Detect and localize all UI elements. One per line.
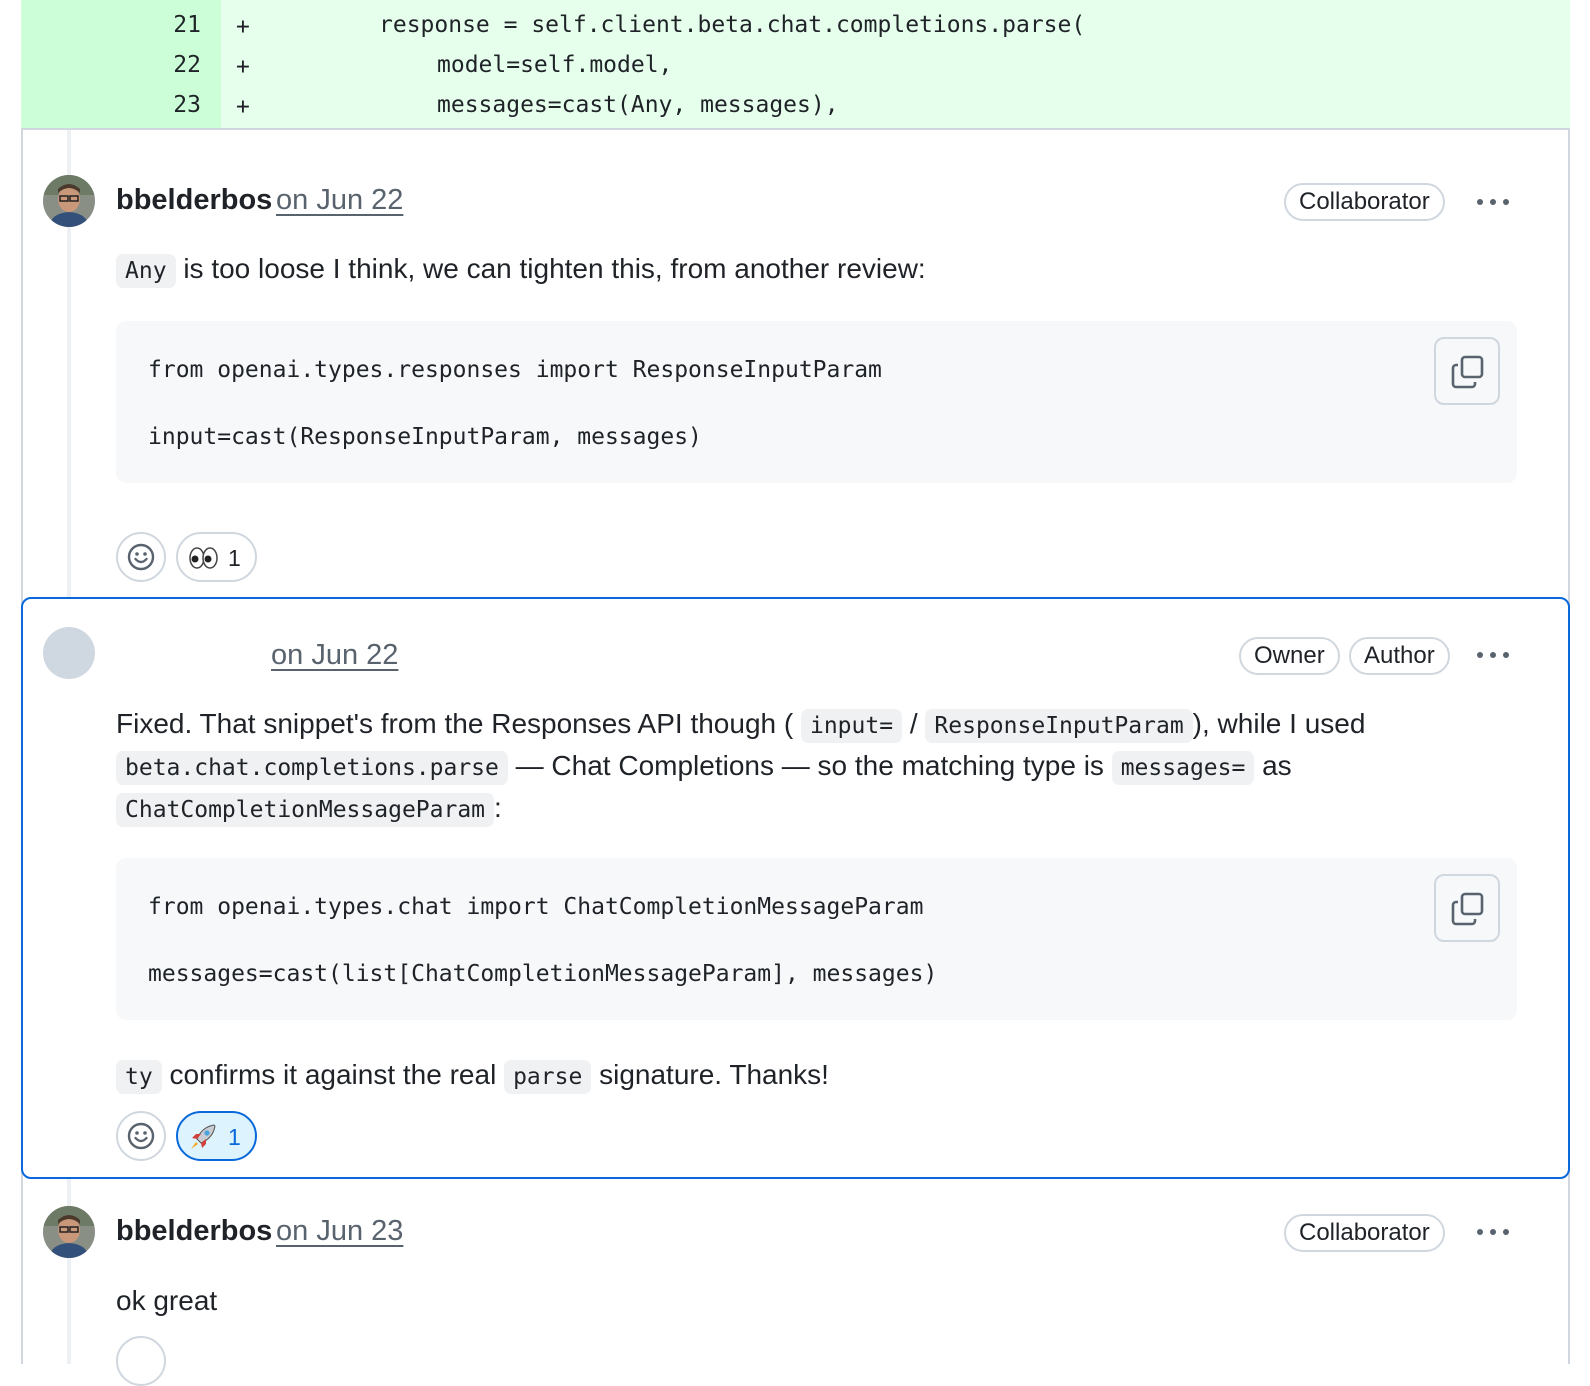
diff-hunk: 21 + response = self.client.beta.chat.co… (21, 0, 1570, 130)
comment-author[interactable]: bbelderbos (116, 1215, 272, 1248)
comment-body: Any is too loose I think, we can tighten… (116, 248, 926, 292)
line-number[interactable]: 21 (151, 12, 201, 38)
copy-icon (1451, 355, 1484, 389)
diff-line: 21 + response = self.client.beta.chat.co… (21, 0, 1570, 40)
collaborator-badge: Collaborator (1284, 183, 1445, 221)
comment-text: ), while I used (1192, 708, 1366, 739)
comment-text: signature. Thanks! (599, 1059, 829, 1090)
smiley-icon (127, 1122, 155, 1150)
diff-code: response = self.client.beta.chat.complet… (379, 12, 1086, 38)
diff-line: 23 + messages=cast(Any, messages), (21, 80, 1570, 120)
review-comment: bbelderbos on Jun 22 Collaborator Any is… (21, 130, 1570, 596)
author-badge: Author (1349, 637, 1450, 675)
code-line: input=cast(ResponseInputParam, messages) (148, 424, 702, 450)
inline-code: messages= (1111, 751, 1255, 785)
comment-text: Fixed. That snippet's from the Responses… (116, 708, 794, 739)
eyes-emoji-icon (189, 547, 218, 569)
inline-code: beta.chat.completions.parse (116, 751, 508, 785)
inline-code: ChatCompletionMessageParam (116, 793, 495, 827)
inline-code: ResponseInputParam (925, 709, 1193, 743)
comment-text: : (494, 792, 502, 823)
reaction-rocket[interactable]: 1 (176, 1111, 257, 1161)
avatar[interactable] (43, 627, 95, 679)
copy-button[interactable] (1434, 874, 1500, 942)
comment-text: / (909, 708, 918, 739)
comment-body-line: beta.chat.completions.parse — Chat Compl… (116, 745, 1292, 789)
review-comment-highlighted: on Jun 22 Owner Author Fixed. That snipp… (21, 597, 1570, 1179)
add-reaction-button[interactable] (116, 532, 166, 582)
rocket-emoji-icon (191, 1124, 216, 1149)
comment-body: ok great (116, 1280, 217, 1321)
code-block: from openai.types.chat import ChatComple… (116, 858, 1517, 1020)
smiley-icon (127, 543, 155, 571)
comment-text: confirms it against the real (169, 1059, 497, 1090)
comment-author[interactable]: bbelderbos (116, 184, 272, 217)
comment-options-icon[interactable] (1473, 187, 1513, 217)
reaction-eyes[interactable]: 1 (176, 532, 257, 582)
reaction-count: 1 (228, 545, 241, 571)
avatar[interactable] (43, 1206, 95, 1258)
inline-code: input= (800, 709, 903, 743)
inline-code: Any (116, 254, 176, 288)
line-number[interactable]: 23 (151, 92, 201, 118)
diff-code: messages=cast(Any, messages), (437, 92, 839, 118)
line-number[interactable]: 22 (151, 52, 201, 78)
comment-text: — Chat Completions — so the matching typ… (515, 750, 1104, 781)
comment-body-line: ty confirms it against the real parse si… (116, 1054, 829, 1098)
comment-options-icon[interactable] (1473, 1217, 1513, 1247)
copy-button[interactable] (1434, 337, 1500, 405)
add-reaction-button[interactable] (116, 1336, 166, 1386)
reaction-count: 1 (228, 1124, 241, 1150)
inline-code: ty (116, 1060, 162, 1094)
comment-date[interactable]: on Jun 22 (271, 639, 398, 672)
diff-line: 22 + model=self.model, (21, 40, 1570, 80)
collaborator-badge: Collaborator (1284, 1214, 1445, 1252)
comment-date[interactable]: on Jun 23 (276, 1215, 403, 1248)
code-line: from openai.types.responses import Respo… (148, 357, 882, 383)
code-line: from openai.types.chat import ChatComple… (148, 894, 924, 920)
comment-options-icon[interactable] (1473, 640, 1513, 670)
code-block: from openai.types.responses import Respo… (116, 321, 1517, 483)
comment-body-line: Fixed. That snippet's from the Responses… (116, 703, 1365, 747)
comment-text: is too loose I think, we can tighten thi… (183, 253, 926, 284)
avatar[interactable] (43, 175, 95, 227)
diff-code: model=self.model, (437, 52, 673, 78)
diff-sign: + (236, 94, 250, 120)
comment-date[interactable]: on Jun 22 (276, 184, 403, 217)
diff-sign: + (236, 54, 250, 80)
diff-sign: + (236, 14, 250, 40)
copy-icon (1451, 892, 1484, 926)
review-comment: bbelderbos on Jun 23 Collaborator ok gre… (21, 1180, 1570, 1386)
owner-badge: Owner (1239, 637, 1340, 675)
code-line: messages=cast(list[ChatCompletionMessage… (148, 961, 938, 987)
comment-text: ok great (116, 1285, 218, 1316)
inline-code: parse (504, 1060, 592, 1094)
comment-text: as (1262, 750, 1292, 781)
add-reaction-button[interactable] (116, 1111, 166, 1161)
comment-body-line: ChatCompletionMessageParam: (116, 787, 502, 831)
